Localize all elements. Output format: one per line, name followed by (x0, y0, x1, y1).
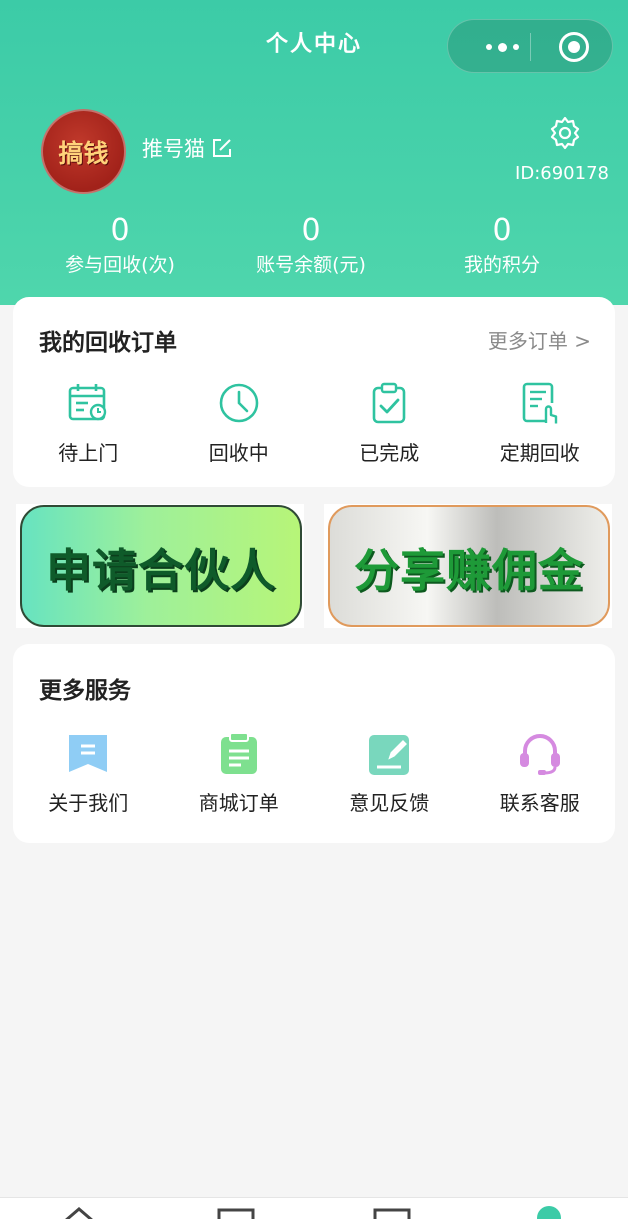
order-label: 定期回收 (499, 441, 580, 465)
partner-banner[interactable]: 申请合伙人 (16, 504, 304, 628)
avatar-text: 搞钱 (58, 138, 109, 168)
user-id: ID:690178 (515, 163, 609, 184)
clock-icon (219, 383, 259, 423)
stat-label: 我的积分 (463, 254, 540, 276)
partner-banner-text: 申请合伙人 (45, 543, 276, 597)
calendar-clock-icon (68, 384, 107, 421)
more-menu-icon[interactable] (472, 36, 532, 58)
nickname: 推号猫 (142, 137, 205, 161)
orders-grid: 待上门 回收中 已完成 定期回收 (13, 381, 615, 466)
services-card: 更多服务 关于我们 商城订单 意见反馈 联系客服 (13, 644, 615, 843)
category-icon[interactable] (217, 1207, 255, 1219)
stat-value: 0 (301, 213, 321, 248)
order-scheduled[interactable]: 定期回收 (465, 381, 616, 466)
profile-tab-icon[interactable] (536, 1205, 562, 1219)
service-mall-orders[interactable]: 商城订单 (164, 731, 315, 816)
order-recycling[interactable]: 回收中 (164, 381, 315, 466)
document-touch-icon (522, 382, 557, 424)
service-label: 关于我们 (48, 791, 129, 815)
clipboard-list-icon (220, 732, 257, 774)
stat-value: 0 (110, 213, 130, 248)
stat-value: 0 (492, 213, 512, 248)
capsule-divider (530, 33, 531, 61)
clipboard-check-icon (372, 382, 406, 424)
edit-note-icon (369, 735, 410, 775)
headset-icon (519, 734, 560, 775)
more-orders-link[interactable]: 更多订单 > (488, 325, 591, 354)
orders-card: 我的回收订单 更多订单 > 待上门 回收中 已完成 定期回收 (13, 297, 615, 487)
service-feedback[interactable]: 意见反馈 (314, 731, 465, 816)
edit-icon[interactable] (211, 137, 233, 159)
home-icon[interactable] (63, 1207, 95, 1219)
order-label: 待上门 (58, 441, 119, 465)
order-pending-pickup[interactable]: 待上门 (13, 381, 164, 466)
stat-points[interactable]: 0 我的积分 (402, 212, 602, 278)
stat-balance[interactable]: 0 账号余额(元) (211, 212, 411, 278)
bookmark-icon (69, 735, 108, 772)
close-miniprogram-icon[interactable] (559, 32, 589, 62)
services-grid: 关于我们 商城订单 意见反馈 联系客服 (13, 731, 615, 816)
stat-recycle-count[interactable]: 0 参与回收(次) (20, 212, 220, 278)
order-label: 回收中 (208, 441, 269, 465)
stats-row: 0 参与回收(次) 0 账号余额(元) 0 我的积分 (0, 212, 628, 282)
order-label: 已完成 (359, 441, 420, 465)
service-label: 商城订单 (198, 791, 279, 815)
miniprogram-capsule (447, 19, 613, 73)
avatar[interactable]: 搞钱 (41, 109, 126, 194)
bottom-tab-bar (0, 1197, 628, 1219)
orders-title: 我的回收订单 (39, 330, 177, 356)
nickname-row[interactable]: 推号猫 (142, 133, 233, 163)
service-label: 意见反馈 (349, 791, 430, 815)
order-completed[interactable]: 已完成 (314, 381, 465, 466)
share-banner[interactable]: 分享赚佣金 (324, 504, 612, 628)
stat-label: 账号余额(元) (256, 254, 366, 276)
gear-icon[interactable] (547, 115, 583, 151)
share-banner-text: 分享赚佣金 (353, 543, 584, 597)
service-label: 联系客服 (499, 791, 580, 815)
service-customer-support[interactable]: 联系客服 (465, 731, 616, 816)
service-about-us[interactable]: 关于我们 (13, 731, 164, 816)
services-title: 更多服务 (39, 678, 131, 704)
stat-label: 参与回收(次) (65, 254, 175, 276)
order-tab-icon[interactable] (373, 1207, 411, 1219)
